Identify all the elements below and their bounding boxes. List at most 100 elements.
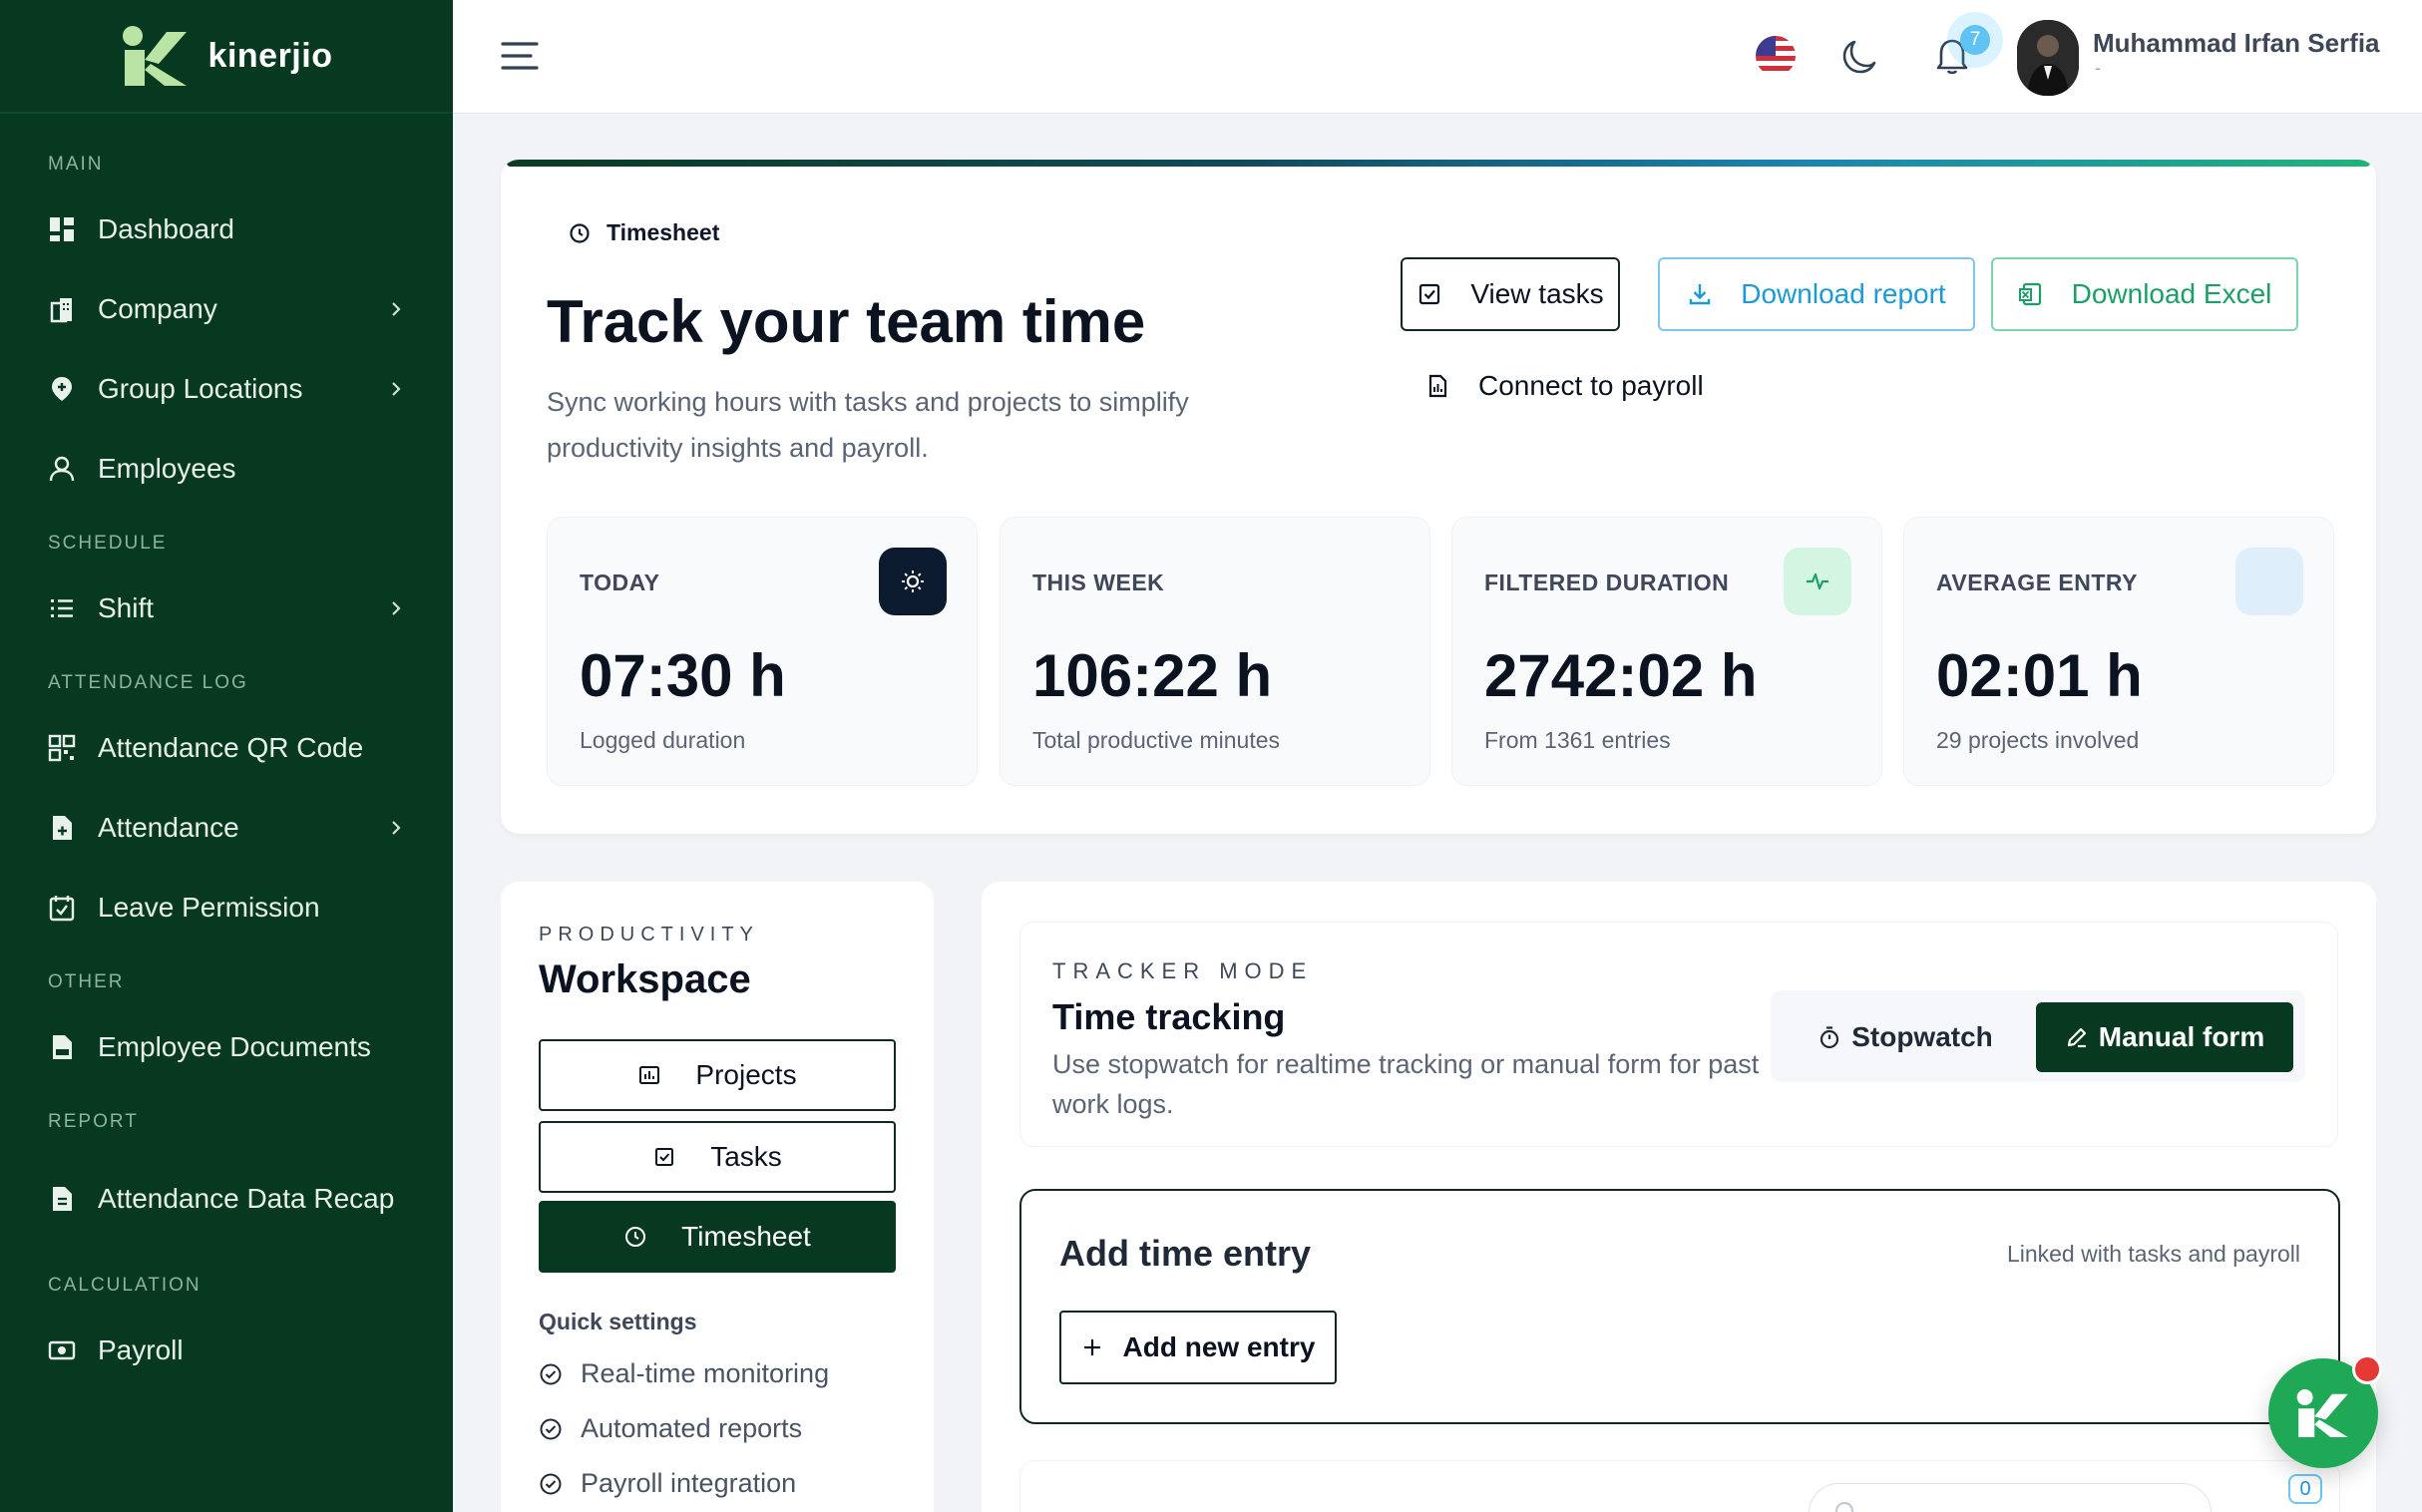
view-tasks-button[interactable]: View tasks	[1401, 257, 1620, 331]
sidebar-item-employees[interactable]: Employees	[0, 429, 453, 509]
payroll-chart-icon	[1428, 374, 1447, 398]
section-schedule: SCHEDULE	[48, 533, 168, 554]
connect-to-payroll-button[interactable]: Connect to payroll	[1401, 349, 1720, 423]
user-subtitle: -	[2095, 58, 2101, 78]
kinerjio-logo-icon	[2296, 1389, 2348, 1437]
download-icon	[1690, 284, 1711, 305]
tasks-button[interactable]: Tasks	[539, 1121, 896, 1193]
check-circle-icon	[540, 1363, 562, 1384]
section-other: OTHER	[48, 971, 125, 992]
stat-value: 106:22 h	[1032, 642, 1273, 709]
page-description: Sync working hours with tasks and projec…	[547, 387, 1189, 463]
download-excel-label: Download Excel	[2071, 278, 2272, 309]
manual-form-mode-button[interactable]: Manual form	[2036, 1002, 2293, 1072]
check-circle-icon	[540, 1473, 562, 1494]
avatar-photo-icon	[2017, 20, 2079, 96]
sidebar-item-attendance[interactable]: Attendance	[0, 788, 453, 868]
quick-settings-title: Quick settings	[539, 1309, 697, 1334]
chevron-right-icon	[392, 382, 401, 396]
document-icon	[48, 1033, 76, 1061]
avatar[interactable]	[2017, 20, 2079, 96]
projects-button[interactable]: Projects	[539, 1039, 896, 1111]
sidebar-item-dashboard[interactable]: Dashboard	[0, 189, 453, 269]
connect-to-payroll-label: Connect to payroll	[1478, 370, 1704, 401]
checkbox-icon	[655, 1148, 674, 1166]
stopwatch-mode-button[interactable]: Stopwatch	[1811, 1002, 2000, 1072]
blank-chip-icon	[2235, 548, 2303, 615]
chevron-right-icon	[392, 302, 401, 316]
check-circle-icon	[540, 1418, 562, 1439]
clock-icon	[570, 222, 590, 243]
sidebar-item-label: Leave Permission	[98, 892, 320, 923]
sidebar-item-label: Dashboard	[98, 213, 234, 244]
tracker-kicker: TRACKER MODE	[1052, 958, 1314, 983]
stat-subtext: Total productive minutes	[1032, 727, 1281, 753]
quick-setting-item: Real-time monitoring	[539, 1358, 829, 1389]
gradient-accent-bar	[507, 160, 2370, 167]
list-icon	[48, 594, 76, 622]
fab-notification-dot	[2352, 1354, 2382, 1384]
breadcrumb: Timesheet	[569, 219, 719, 246]
report-file-icon	[48, 1185, 76, 1213]
entries-count-badge: 0	[2288, 1474, 2322, 1504]
brand[interactable]: kinerjio	[0, 0, 453, 114]
stat-card-average-entry: AVERAGE ENTRY 02:01 h 29 projects involv…	[1903, 517, 2334, 786]
plus-icon	[1083, 1339, 1100, 1355]
sidebar-item-company[interactable]: Company	[0, 269, 453, 349]
sun-icon	[879, 548, 947, 615]
file-plus-icon	[48, 814, 76, 842]
timesheet-label: Timesheet	[681, 1221, 811, 1252]
quick-setting-label: Payroll integration	[581, 1468, 797, 1498]
add-new-entry-label: Add new entry	[1122, 1331, 1316, 1362]
sidebar-item-label: Shift	[98, 592, 155, 623]
sidebar-item-group-locations[interactable]: Group Locations	[0, 349, 453, 429]
add-new-entry-button[interactable]: Add new entry	[1059, 1311, 1337, 1384]
download-report-button[interactable]: Download report	[1658, 257, 1975, 331]
workspace-title: Workspace	[539, 957, 751, 1001]
tracker-description: Use stopwatch for realtime tracking or m…	[1052, 1049, 1760, 1119]
calendar-check-icon	[48, 894, 76, 922]
location-pin-icon	[48, 375, 76, 403]
user-name[interactable]: Muhammad Irfan Serfia	[2093, 28, 2380, 59]
download-report-label: Download report	[1741, 278, 1946, 309]
timesheet-button[interactable]: Timesheet	[539, 1201, 896, 1273]
tracker-mode-toggle: Stopwatch Manual form	[1771, 990, 2305, 1082]
stat-label: THIS WEEK	[1032, 569, 1165, 595]
chevron-right-icon	[392, 821, 401, 835]
stat-value: 07:30 h	[580, 642, 786, 709]
us-flag-icon[interactable]	[1756, 36, 1796, 76]
sidebar-item-shift[interactable]: Shift	[0, 568, 453, 648]
stat-card-this-week: THIS WEEK 106:22 h Total productive minu…	[1000, 517, 1430, 786]
sidebar-item-leave-permission[interactable]: Leave Permission	[0, 868, 453, 947]
notification-badge[interactable]: 7	[1947, 12, 2003, 68]
sidebar-item-label: Employee Documents	[98, 1031, 371, 1062]
quick-setting-item: Payroll integration	[539, 1468, 796, 1499]
sidebar: kinerjio MAIN Dashboard Company Group Lo…	[0, 0, 453, 1512]
manual-form-label: Manual form	[2098, 1021, 2265, 1052]
section-report: REPORT	[48, 1111, 139, 1132]
hamburger-menu-icon[interactable]	[501, 40, 539, 72]
moon-icon[interactable]	[1841, 38, 1879, 76]
add-time-entry-title: Add time entry	[1059, 1233, 1312, 1274]
sidebar-item-employee-documents[interactable]: Employee Documents	[0, 1007, 453, 1087]
sidebar-item-label: Attendance	[98, 812, 239, 843]
activity-pulse-icon	[1784, 548, 1851, 615]
brand-name: kinerjio	[207, 36, 333, 75]
sidebar-item-attendance-qr-code[interactable]: Attendance QR Code	[0, 708, 453, 788]
sidebar-item-label: Attendance QR Code	[98, 732, 364, 763]
projects-label: Projects	[695, 1059, 797, 1090]
search-icon	[1834, 1501, 1854, 1512]
sidebar-item-payroll[interactable]: Payroll	[0, 1311, 453, 1390]
top-bar: 7 Muhammad Irfan Serfia -	[453, 0, 2422, 114]
notification-count: 7	[1960, 25, 1990, 55]
timesheet-hero-card: Timesheet Track your team time Sync work…	[501, 160, 2376, 834]
user-icon	[48, 455, 76, 483]
sidebar-item-label: Group Locations	[98, 373, 303, 404]
download-excel-button[interactable]: Download Excel	[1991, 257, 2298, 331]
search-input[interactable]	[1809, 1483, 2212, 1512]
tasks-label: Tasks	[710, 1141, 782, 1172]
tracker-title: Time tracking	[1052, 996, 1286, 1037]
stopwatch-label: Stopwatch	[1851, 1021, 1993, 1052]
sidebar-item-attendance-data-recap[interactable]: Attendance Data Recap	[0, 1147, 453, 1251]
workspace-kicker: PRODUCTIVITY	[539, 924, 759, 945]
